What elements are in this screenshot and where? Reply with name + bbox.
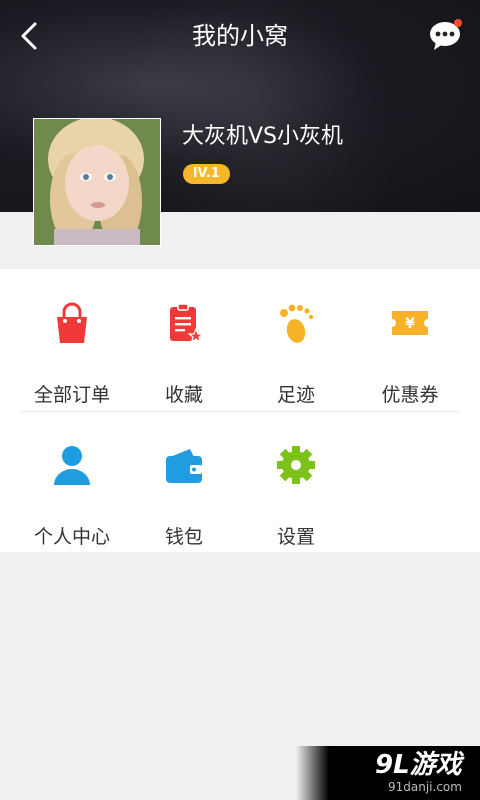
menu-card: 全部订单 收藏 足迹 ¥ 优惠券 个人中心 钱包 设置 [0,269,480,552]
favorites-clipboard-icon [170,303,204,344]
watermark-title: 9L游戏 [375,750,462,780]
svg-text:¥: ¥ [405,316,415,332]
menu-label: 全部订单 [33,384,110,406]
menu-item-coupons[interactable]: ¥ 优惠券 [350,291,470,406]
menu-item-profile-center[interactable]: 个人中心 [12,433,132,548]
menu-item-wallet[interactable]: 钱包 [124,433,244,548]
watermark-url: 91danji.com [388,780,462,794]
avatar[interactable] [33,118,161,246]
menu-item-favorites[interactable]: 收藏 [124,291,244,406]
menu-label: 收藏 [164,384,203,406]
menu-label: 个人中心 [33,526,110,548]
menu-item-all-orders[interactable]: 全部订单 [12,291,132,406]
level-badge: lV.1 [183,164,230,184]
menu-label: 设置 [276,526,315,548]
avatar-photo [34,119,160,245]
username: 大灰机VS小灰机 [182,124,344,149]
coupon-icon: ¥ [392,311,428,335]
gear-icon [277,446,315,484]
footprint-icon [280,304,314,343]
row-divider [20,411,460,412]
unread-badge [454,19,462,27]
menu-label: 优惠券 [381,384,439,406]
menu-label: 足迹 [276,384,315,406]
shopping-bag-icon [57,302,87,343]
page-title: 我的小窝 [192,22,288,50]
menu-item-footprints[interactable]: 足迹 [236,291,356,406]
menu-label: 钱包 [164,526,203,548]
menu-item-settings[interactable]: 设置 [236,433,356,548]
user-icon [54,446,90,485]
wallet-icon [166,449,202,483]
